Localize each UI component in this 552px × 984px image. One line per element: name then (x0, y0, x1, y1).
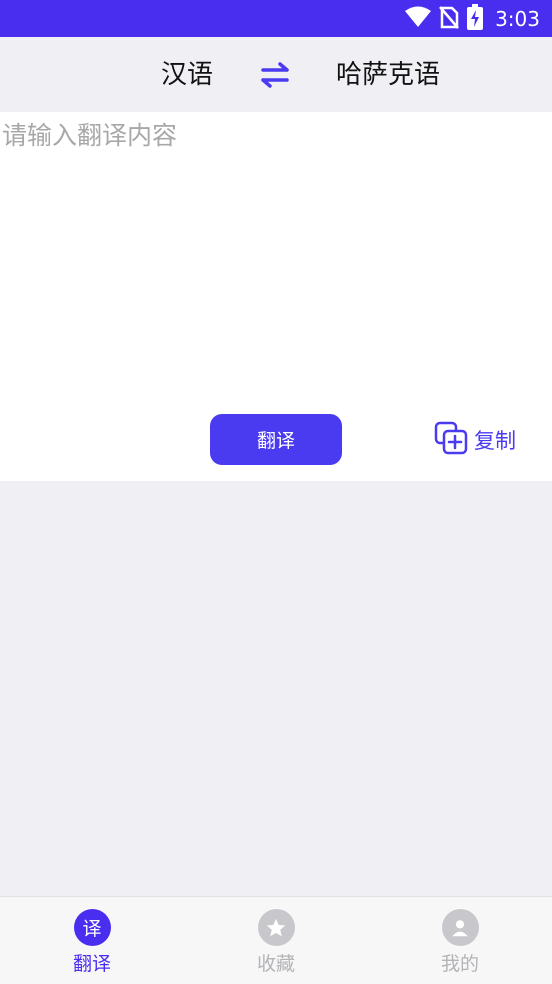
nav-label-mine: 我的 (440, 953, 479, 975)
swap-languages-button[interactable] (258, 61, 292, 89)
nav-item-favorites[interactable]: 收藏 (226, 909, 326, 976)
copy-label: 复制 (474, 429, 516, 453)
translate-button[interactable]: 翻译 (210, 414, 342, 465)
status-icons: 3:03 (405, 4, 540, 34)
translate-input[interactable] (0, 112, 552, 402)
translate-icon: 译 (73, 909, 111, 946)
input-card: 翻译 复制 (0, 112, 552, 481)
no-sim-icon (439, 5, 460, 33)
user-icon (441, 909, 479, 946)
target-language[interactable]: 哈萨克语 (336, 57, 440, 93)
source-language[interactable]: 汉语 (161, 57, 213, 93)
swap-icon (261, 62, 289, 88)
language-bar: 汉语 哈萨克语 (0, 37, 552, 112)
status-time: 3:03 (495, 7, 540, 31)
status-bar: 3:03 (0, 0, 552, 37)
nav-item-mine[interactable]: 我的 (410, 909, 510, 976)
copy-button[interactable]: 复制 (434, 421, 516, 460)
bottom-nav: 译 翻译 收藏 我的 (0, 896, 552, 984)
nav-label-favorites: 收藏 (256, 953, 295, 975)
nav-item-translate[interactable]: 译 翻译 (42, 909, 142, 976)
star-icon (257, 909, 295, 946)
copy-icon (434, 421, 468, 460)
wifi-icon (405, 6, 432, 32)
nav-label-translate: 翻译 (72, 953, 111, 975)
battery-charging-icon (467, 4, 484, 34)
